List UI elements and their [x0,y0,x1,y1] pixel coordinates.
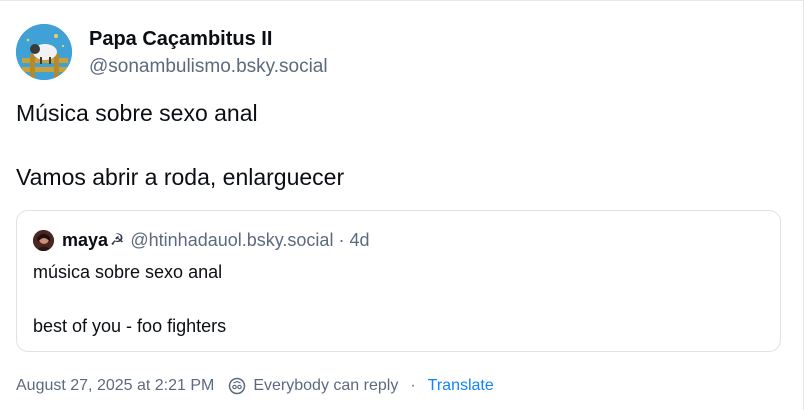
reply-setting-label[interactable]: Everybody can reply [253,377,398,395]
quoted-post-text: música sobre sexo anal best of you - foo… [33,259,226,339]
post-text: Música sobre sexo anal Vamos abrir a rod… [16,97,344,193]
quoted-text-line: best of you - foo fighters [33,316,227,336]
quoted-text-line: música sobre sexo anal [33,262,223,282]
post-text-line: Música sobre sexo anal [16,100,258,126]
quoted-separator: · [338,229,345,250]
top-divider [0,0,804,1]
quoted-post-time[interactable]: 4d [349,230,369,251]
author-display-name[interactable]: Papa Caçambitus II [89,26,328,52]
quoted-author-name[interactable]: maya [62,230,108,251]
reply-permission-icon [228,377,246,395]
post-text-line: Vamos abrir a roda, enlarguecer [16,164,345,190]
author-handle[interactable]: @sonambulismo.bsky.social [89,54,328,80]
meta-separator: · [410,377,416,394]
quoted-author-handle[interactable]: @htinhadauol.bsky.social [130,230,333,251]
post-meta-row: August 27, 2025 at 2:21 PM Everybody can… [16,374,494,398]
quoted-post-card[interactable]: maya ☭ @htinhadauol.bsky.social · 4d mús… [16,210,781,352]
quoted-author-avatar[interactable] [33,229,54,251]
post-timestamp[interactable]: August 27, 2025 at 2:21 PM [16,377,214,395]
translate-link[interactable]: Translate [428,377,494,395]
author-avatar[interactable] [16,24,72,80]
quoted-avatar-icon [33,229,54,251]
post-author: Papa Caçambitus II @sonambulismo.bsky.so… [89,26,328,80]
hammer-sickle-icon: ☭ [110,232,125,249]
sheep-on-fence-avatar-icon [16,24,72,80]
quoted-post-header: maya ☭ @htinhadauol.bsky.social · 4d [33,228,369,252]
